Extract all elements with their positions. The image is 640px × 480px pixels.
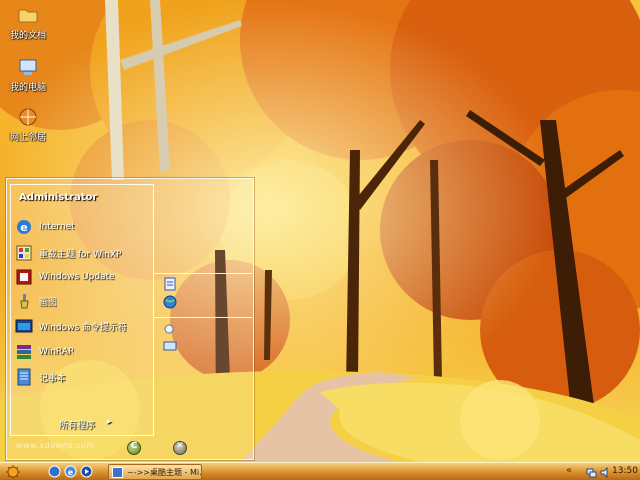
- places-divider: [154, 273, 252, 274]
- taskbar: e ~->>桌酷主题 - Mi... « 13:50: [0, 462, 640, 480]
- menu-item-winrar[interactable]: WinRAR: [15, 341, 151, 363]
- taskbar-window-label: ~->>桌酷主题 - Mi...: [127, 467, 201, 477]
- search-icon[interactable]: [163, 323, 177, 337]
- menu-item-command-prompt[interactable]: Windows 命令提示符: [15, 315, 151, 337]
- menu-item-label: 记事本: [39, 373, 67, 384]
- theme-icon: [16, 245, 32, 261]
- start-menu: Administrator e Internet 重载主题 for WinXP …: [6, 178, 254, 460]
- globe-icon[interactable]: [163, 295, 177, 309]
- documents-icon[interactable]: [163, 277, 177, 291]
- quicklaunch-desktop-icon[interactable]: [48, 465, 61, 478]
- all-programs-arrow-icon: ▸: [107, 417, 112, 427]
- folder-icon: [18, 9, 38, 23]
- menu-item-label: 画图: [39, 297, 58, 308]
- desktop-icon-my-documents[interactable]: 我的文档: [4, 4, 52, 50]
- all-programs-button[interactable]: 所有程序: [59, 418, 95, 431]
- quicklaunch-internet-explorer-icon[interactable]: e: [64, 465, 77, 478]
- desktop-icon-network[interactable]: 网上邻居: [4, 106, 52, 152]
- command-prompt-icon: [15, 319, 33, 333]
- computer-icon: [19, 59, 37, 75]
- desktop-icon-label: 网上邻居: [9, 133, 46, 143]
- internet-explorer-icon: e: [17, 220, 31, 234]
- windows-update-icon: [16, 269, 32, 285]
- quicklaunch-media-icon[interactable]: [80, 465, 93, 478]
- menu-item-label: Windows 命令提示符: [39, 322, 128, 333]
- menu-item-paint[interactable]: 画图: [15, 290, 151, 312]
- shutdown-button[interactable]: ✕: [173, 441, 187, 455]
- tray-expand-icon[interactable]: «: [566, 465, 572, 476]
- taskbar-window-button[interactable]: ~->>桌酷主题 - Mi...: [108, 464, 202, 480]
- desktop-icon-label: 我的文档: [9, 31, 46, 41]
- places-divider: [154, 317, 252, 318]
- start-menu-username: Administrator: [19, 192, 98, 203]
- svg-text:e: e: [20, 221, 27, 234]
- menu-item-label: 重载主题 for WinXP: [39, 249, 122, 260]
- logoff-button[interactable]: C: [127, 441, 141, 455]
- start-menu-places-pane: [154, 271, 254, 351]
- menu-item-label: Internet: [39, 222, 75, 232]
- network-tray-icon[interactable]: [586, 467, 597, 478]
- volume-tray-icon[interactable]: [600, 466, 611, 478]
- desktop-icon-my-computer[interactable]: 我的电脑: [4, 56, 52, 102]
- window-icon: [112, 466, 123, 478]
- taskbar-clock[interactable]: 13:50: [612, 466, 638, 476]
- menu-item-windows-update[interactable]: Windows Update: [15, 266, 151, 288]
- menu-item-label: WinRAR: [39, 347, 75, 357]
- notepad-icon: [17, 368, 31, 386]
- paint-icon: [20, 294, 29, 309]
- network-icon: [19, 108, 37, 126]
- menu-item-theme[interactable]: 重载主题 for WinXP: [15, 242, 151, 264]
- run-icon[interactable]: [163, 339, 177, 353]
- shutdown-icon: ✕: [176, 441, 184, 451]
- svg-text:e: e: [68, 468, 74, 477]
- watermark-text: www.xdowns.com: [16, 441, 95, 450]
- desktop-icon-label: 我的电脑: [9, 83, 46, 93]
- menu-item-label: Windows Update: [39, 272, 115, 282]
- menu-item-notepad[interactable]: 记事本: [15, 366, 151, 388]
- logoff-icon: C: [130, 441, 138, 451]
- menu-item-internet[interactable]: e Internet: [15, 216, 151, 238]
- winrar-icon: [17, 345, 31, 359]
- start-button[interactable]: [4, 464, 22, 480]
